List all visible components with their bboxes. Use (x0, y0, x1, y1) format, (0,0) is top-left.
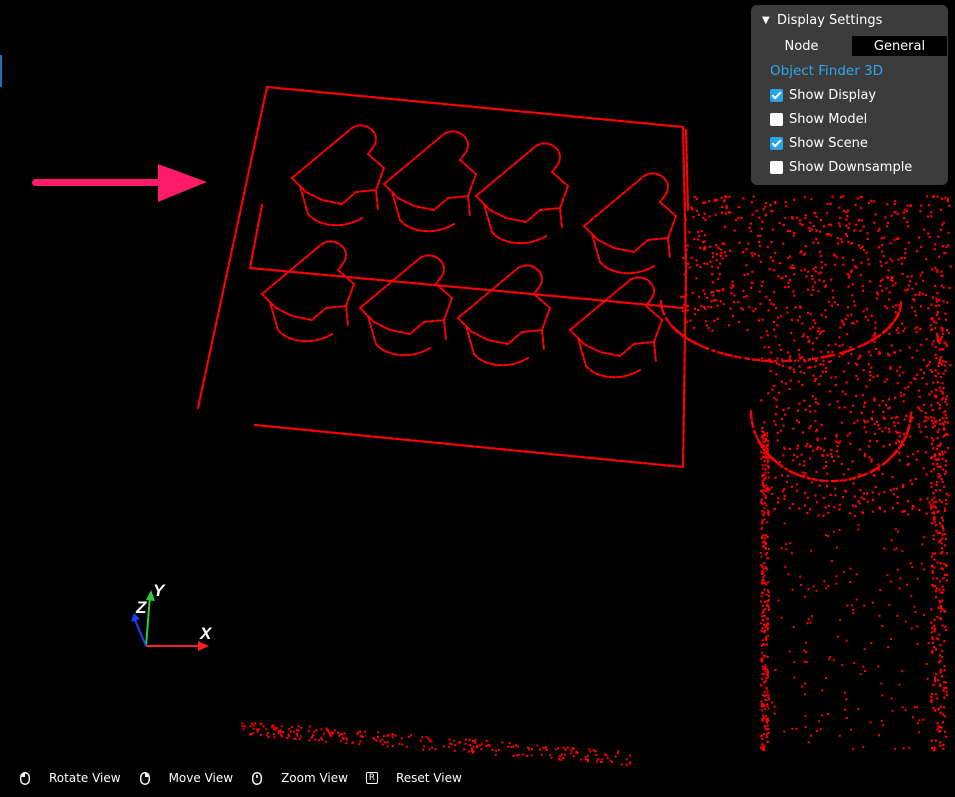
option-show-downsample[interactable]: Show Downsample (751, 155, 948, 179)
node-row: Node General (751, 35, 948, 57)
key-r-icon: R (365, 771, 379, 785)
part-outline (582, 172, 678, 275)
x-axis-label: X (199, 624, 213, 643)
reset-view-label: Reset View (395, 771, 462, 785)
part-outline (568, 276, 664, 379)
zoom-view-hint[interactable]: Zoom View (250, 771, 348, 785)
mouse-right-icon (138, 771, 152, 785)
option-label: Show Scene (789, 135, 868, 151)
display-settings-panel: ▼ Display Settings Node General Object F… (751, 5, 948, 185)
y-axis-label: Y (153, 581, 166, 600)
part-outline (382, 130, 478, 233)
mouse-wheel-icon (250, 771, 264, 785)
key-r-label: R (365, 772, 378, 784)
part-outline (474, 142, 570, 245)
move-view-label: Move View (168, 771, 234, 785)
point-cloud (196, 85, 690, 469)
pointer-arrow (32, 164, 207, 202)
view-toolbar: Rotate View Move View Zoom View R Reset … (0, 766, 955, 790)
collapse-triangle-icon[interactable]: ▼ (762, 15, 774, 26)
mouse-left-icon (18, 771, 32, 785)
option-show-model[interactable]: Show Model (751, 107, 948, 131)
option-label: Show Display (789, 87, 877, 103)
display-settings-header[interactable]: ▼ Display Settings (751, 11, 948, 29)
checkbox[interactable] (770, 88, 783, 102)
move-view-hint[interactable]: Move View (138, 771, 233, 785)
module-name[interactable]: Object Finder 3D (751, 61, 948, 81)
zoom-view-label: Zoom View (281, 771, 348, 785)
part-outline (290, 124, 386, 227)
option-label: Show Downsample (789, 159, 913, 175)
checkbox[interactable] (770, 136, 783, 150)
axis-gizmo: X Y Z (131, 581, 213, 651)
checkbox[interactable] (770, 112, 783, 126)
checkbox[interactable] (770, 160, 783, 174)
tray-outline (253, 85, 688, 469)
part-outline (358, 254, 454, 357)
detected-parts (260, 124, 678, 379)
z-axis-label: Z (135, 598, 147, 617)
option-list: Show Display Show Model Show Scene Show Dow… (751, 83, 948, 179)
node-label: Node (784, 38, 819, 54)
floor-points (241, 722, 632, 766)
rotate-view-hint[interactable]: Rotate View (18, 771, 121, 785)
part-outline (260, 240, 356, 343)
rotate-view-label: Rotate View (49, 771, 121, 785)
part-outline (456, 264, 552, 367)
option-show-scene[interactable]: Show Scene (751, 131, 948, 155)
tray-left-edge (196, 85, 269, 410)
option-show-display[interactable]: Show Display (751, 83, 948, 107)
scene-clutter (660, 195, 952, 752)
node-select[interactable]: General (852, 36, 947, 56)
panel-title: Display Settings (777, 12, 883, 28)
option-label: Show Model (789, 111, 868, 127)
reset-view-hint[interactable]: R Reset View (365, 771, 462, 785)
